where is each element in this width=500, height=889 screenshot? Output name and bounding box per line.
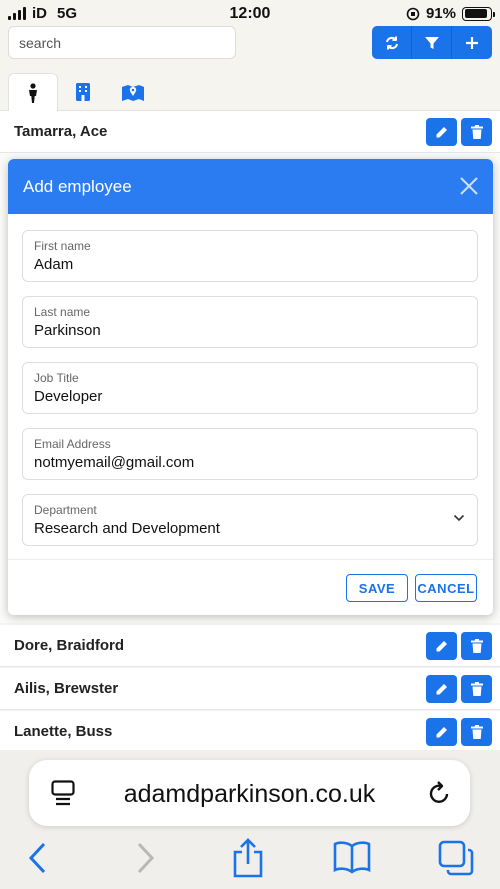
- orientation-lock-icon: [406, 7, 420, 20]
- bookmarks-icon[interactable]: [333, 840, 371, 874]
- edit-button[interactable]: [426, 118, 457, 146]
- job-title-field[interactable]: Job Title Developer: [22, 362, 478, 414]
- trash-icon: [470, 639, 483, 653]
- add-employee-modal: Add employee First name Adam Last name P…: [8, 159, 493, 615]
- tab-personnel[interactable]: [8, 73, 58, 111]
- employee-name: Tamarra, Ace: [14, 123, 108, 140]
- department-select[interactable]: Department Research and Development: [22, 494, 478, 546]
- tab-locations[interactable]: [108, 73, 158, 111]
- employee-row[interactable]: Lanette, Buss: [0, 711, 500, 753]
- filter-icon: [424, 36, 439, 49]
- chevron-down-icon: [453, 514, 465, 522]
- first-name-field[interactable]: First name Adam: [22, 230, 478, 282]
- tabs-icon[interactable]: [438, 840, 474, 876]
- last-name-field[interactable]: Last name Parkinson: [22, 296, 478, 348]
- search-input[interactable]: [8, 26, 236, 59]
- forward-icon[interactable]: [134, 840, 156, 876]
- trash-icon: [470, 125, 483, 139]
- url-text: adamdparkinson.co.uk: [123, 780, 376, 808]
- field-label: First name: [34, 239, 91, 253]
- browser-nav-bar: [0, 838, 500, 882]
- employee-name: Ailis, Brewster: [14, 680, 119, 697]
- pencil-icon: [436, 640, 447, 651]
- field-value: Developer: [34, 388, 103, 405]
- employee-row[interactable]: Ailis, Brewster: [0, 668, 500, 710]
- person-icon: [29, 82, 37, 103]
- map-icon: [122, 85, 144, 101]
- field-label: Email Address: [34, 437, 111, 451]
- refresh-icon: [385, 36, 398, 49]
- edit-button[interactable]: [426, 632, 457, 660]
- toolbar-button-group: [372, 26, 492, 59]
- delete-button[interactable]: [461, 675, 492, 703]
- add-button[interactable]: [452, 26, 492, 59]
- status-bar: iD 5G 12:00 91%: [0, 0, 500, 28]
- delete-button[interactable]: [461, 632, 492, 660]
- save-button[interactable]: SAVE: [346, 574, 408, 602]
- edit-button[interactable]: [426, 718, 457, 746]
- reload-icon[interactable]: [426, 779, 452, 807]
- modal-title: Add employee: [23, 177, 132, 196]
- tab-bar: [8, 73, 158, 111]
- back-icon[interactable]: [27, 840, 49, 876]
- field-value: Parkinson: [34, 322, 101, 339]
- share-icon[interactable]: [231, 838, 265, 878]
- trash-icon: [470, 725, 483, 739]
- employee-name: Lanette, Buss: [14, 723, 113, 740]
- pencil-icon: [436, 683, 447, 694]
- pencil-icon: [436, 126, 447, 137]
- field-label: Department: [34, 503, 97, 517]
- field-value: Research and Development: [34, 520, 220, 537]
- field-value: Adam: [34, 256, 74, 273]
- employee-row[interactable]: Tamarra, Ace: [0, 111, 500, 153]
- edit-button[interactable]: [426, 675, 457, 703]
- filter-button[interactable]: [412, 26, 452, 59]
- employee-row[interactable]: Dore, Braidford: [0, 625, 500, 667]
- building-icon: [76, 83, 90, 101]
- field-label: Last name: [34, 305, 91, 319]
- field-value: notmyemail@gmail.com: [34, 454, 195, 471]
- pencil-icon: [436, 726, 447, 737]
- modal-footer-divider: [8, 559, 493, 560]
- trash-icon: [470, 682, 483, 696]
- refresh-button[interactable]: [372, 26, 412, 59]
- delete-button[interactable]: [461, 118, 492, 146]
- plus-icon: [466, 36, 478, 49]
- email-field[interactable]: Email Address notmyemail@gmail.com: [22, 428, 478, 480]
- delete-button[interactable]: [461, 718, 492, 746]
- tab-departments[interactable]: [58, 73, 108, 111]
- battery-percent: 91%: [425, 5, 456, 22]
- employee-name: Dore, Braidford: [14, 637, 125, 654]
- close-icon[interactable]: [458, 175, 480, 197]
- field-label: Job Title: [34, 371, 79, 385]
- modal-header: Add employee: [8, 159, 493, 214]
- cancel-button[interactable]: CANCEL: [415, 574, 477, 602]
- address-bar[interactable]: adamdparkinson.co.uk: [29, 760, 470, 826]
- battery-icon: [462, 6, 495, 21]
